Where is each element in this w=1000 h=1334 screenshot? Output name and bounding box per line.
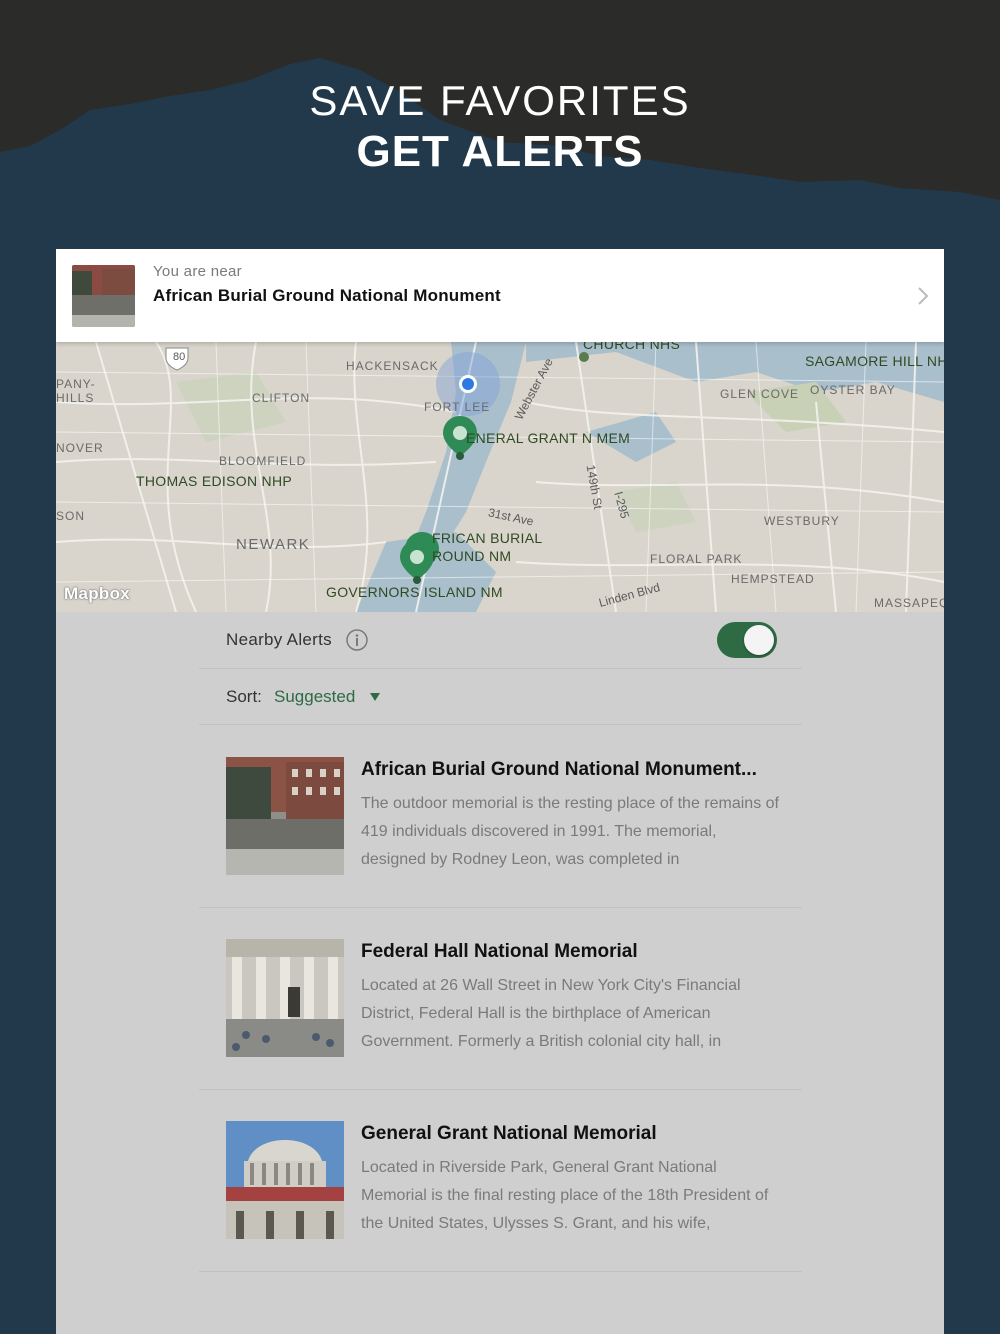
place-son: SON — [56, 509, 86, 523]
card-description: Located at 26 Wall Street in New York Ci… — [361, 977, 741, 1050]
card-title: General Grant National Memorial — [361, 1123, 657, 1144]
place-bloomfield: BLOOMFIELD — [219, 454, 307, 468]
headline-line1: SAVE FAVORITES — [309, 77, 691, 124]
place-fort-lee: FORT LEE — [424, 400, 491, 414]
info-icon[interactable] — [346, 629, 368, 651]
place-floral-park: FLORAL PARK — [650, 552, 743, 566]
parks-panel: Nearby Alerts Sort: Suggested African Bu… — [56, 612, 944, 1334]
place-newark: NEWARK — [236, 536, 311, 553]
place-nover: NOVER — [56, 441, 104, 455]
place-hempstead: HEMPSTEAD — [731, 572, 815, 586]
place-hills: HILLS — [56, 391, 95, 405]
caret-down-icon — [370, 693, 380, 701]
toggle-knob — [744, 625, 774, 655]
park-african-burial-1: FRICAN BURIAL — [432, 530, 543, 546]
sort-label: Sort: — [226, 687, 262, 706]
place-pany: PANY- — [56, 377, 96, 391]
park-church-nhs: CHURCH NHS — [583, 342, 681, 352]
park-governors-island: GOVERNORS ISLAND NM — [326, 584, 503, 600]
nearby-alerts-toggle[interactable] — [717, 622, 777, 658]
place-clifton: CLIFTON — [252, 391, 311, 405]
park-card-african-burial[interactable]: African Burial Ground National Monument.… — [199, 725, 802, 908]
place-hackensack: HACKENSACK — [346, 359, 439, 373]
nearby-banner[interactable]: You are near African Burial Ground Natio… — [56, 249, 944, 342]
african-burial-photo — [226, 757, 344, 875]
card-title: African Burial Ground National Monument.… — [361, 759, 757, 780]
sort-row[interactable]: Sort: Suggested — [199, 668, 802, 725]
app-screen: You are near African Burial Ground Natio… — [56, 249, 944, 1334]
place-glen-cove: GLEN COVE — [720, 387, 800, 401]
place-westbury: WESTBURY — [764, 514, 840, 528]
federal-hall-photo — [226, 939, 344, 1057]
place-oyster-bay: OYSTER BAY — [810, 383, 896, 397]
park-african-burial-2: ROUND NM — [432, 548, 512, 564]
card-title: Federal Hall National Memorial — [361, 941, 638, 962]
road-i80: 80 — [173, 351, 186, 363]
chevron-right-icon — [918, 287, 929, 305]
card-description: The outdoor memorial is the resting plac… — [361, 795, 779, 868]
user-location-dot — [462, 378, 474, 390]
park-general-grant: ENERAL GRANT N MEM — [466, 430, 631, 446]
nearby-thumbnail — [72, 265, 135, 327]
park-card-general-grant[interactable]: General Grant National Memorial Located … — [199, 1089, 802, 1272]
headline-line2: GET ALERTS — [356, 127, 644, 176]
sort-value[interactable]: Suggested — [274, 687, 355, 707]
mapbox-logo[interactable]: Mapbox — [64, 584, 130, 604]
headline: SAVE FAVORITES GET ALERTS — [0, 78, 1000, 180]
park-thomas-edison: THOMAS EDISON NHP — [136, 473, 293, 489]
place-massapeq: MASSAPEQ — [874, 596, 944, 610]
nearby-subtitle: You are near — [153, 263, 242, 280]
map-view[interactable]: 80 HACKENSACK CLIFTON FORT LEE BLOOMFIEL… — [56, 342, 944, 612]
park-card-federal-hall[interactable]: Federal Hall National Memorial Located a… — [199, 907, 802, 1090]
nearby-alerts-label: Nearby Alerts — [226, 630, 332, 649]
nearby-alerts-row: Nearby Alerts — [199, 612, 802, 669]
card-description: Located in Riverside Park, General Grant… — [361, 1159, 769, 1232]
general-grant-photo — [226, 1121, 344, 1239]
nearby-title: African Burial Ground National Monument — [153, 286, 501, 305]
park-sagamore-hill: SAGAMORE HILL NH — [805, 353, 944, 369]
